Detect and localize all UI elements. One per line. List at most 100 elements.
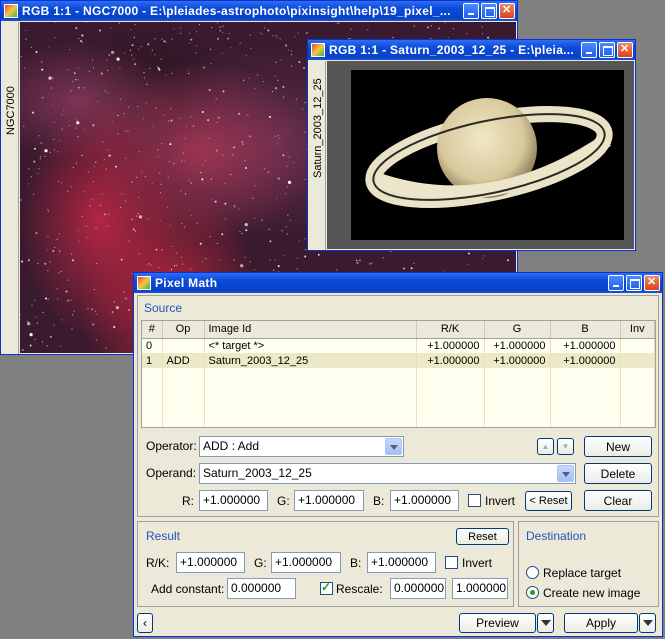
col-rk[interactable]: R/K: [416, 321, 485, 339]
rescale-label: Rescale:: [336, 582, 383, 596]
result-reset-button[interactable]: Reset: [456, 528, 509, 545]
table-row[interactable]: 0 <* target *> +1.000000 +1.000000 +1.00…: [142, 338, 655, 353]
add-constant-label: Add constant:: [151, 582, 225, 596]
source-g-label: G:: [277, 494, 290, 508]
ngc7000-tab-wrapper: NGC7000: [2, 26, 19, 146]
result-g-label: G:: [254, 556, 267, 570]
ngc7000-titlebar[interactable]: RGB 1:1 - NGC7000 - E:\pleiades-astropho…: [1, 1, 517, 21]
minimize-icon[interactable]: [581, 42, 597, 58]
create-new-image-radio[interactable]: [526, 586, 539, 599]
chevron-down-icon[interactable]: [557, 465, 574, 482]
destination-section-title: Destination: [526, 529, 587, 543]
rescale-max-input[interactable]: 1.000000: [452, 578, 508, 599]
operand-label: Operand:: [146, 466, 197, 480]
source-reset-button[interactable]: < Reset: [525, 491, 572, 511]
result-rk-label: R/K:: [146, 556, 170, 570]
saturn-title: RGB 1:1 - Saturn_2003_12_25 - E:\pleia..…: [329, 43, 575, 57]
create-new-image-label: Create new image: [543, 586, 641, 600]
result-section-title: Result: [146, 529, 181, 543]
cell-op: [162, 338, 205, 353]
collapse-left-button[interactable]: ‹: [137, 613, 153, 633]
saturn-image[interactable]: [327, 61, 634, 249]
col-index[interactable]: #: [142, 321, 163, 339]
saturn-window[interactable]: RGB 1:1 - Saturn_2003_12_25 - E:\pleia..…: [307, 39, 636, 251]
result-g-input[interactable]: +1.000000: [271, 552, 341, 573]
cell-g: +1.000000: [484, 353, 551, 368]
add-constant-input[interactable]: 0.000000: [227, 578, 296, 599]
pixinsight-logo-icon: [311, 43, 325, 57]
table-row[interactable]: 1 ADD Saturn_2003_12_25 +1.000000 +1.000…: [142, 353, 655, 368]
saturn-canvas: [351, 70, 624, 240]
chevron-down-icon: [642, 620, 653, 626]
operator-value: ADD : Add: [203, 439, 260, 453]
operator-label: Operator:: [146, 439, 197, 453]
result-rk-input[interactable]: +1.000000: [176, 552, 245, 573]
col-b[interactable]: B: [550, 321, 621, 339]
col-image-id[interactable]: Image Id: [204, 321, 417, 339]
cell-rk: +1.000000: [416, 338, 485, 353]
result-invert-label: Invert: [462, 556, 493, 570]
operand-select[interactable]: Saturn_2003_12_25: [199, 463, 576, 484]
source-r-label: R:: [182, 494, 194, 508]
source-g-input[interactable]: +1.000000: [294, 490, 364, 511]
minimize-icon[interactable]: [463, 3, 479, 19]
minimize-icon[interactable]: [608, 275, 624, 291]
saturn-planet: [365, 98, 613, 208]
move-down-button[interactable]: ▼: [557, 438, 574, 455]
delete-button[interactable]: Delete: [584, 463, 652, 484]
close-icon[interactable]: [617, 42, 633, 58]
cell-b: +1.000000: [550, 353, 621, 368]
apply-button[interactable]: Apply: [564, 613, 638, 633]
result-invert-checkbox[interactable]: [445, 556, 458, 569]
source-b-input[interactable]: +1.000000: [390, 490, 459, 511]
pixinsight-logo-icon: [137, 276, 151, 290]
clear-button[interactable]: Clear: [584, 490, 652, 511]
saturn-tab-label: Saturn_2003_12_25: [312, 78, 324, 178]
col-op[interactable]: Op: [162, 321, 205, 339]
saturn-view-tab[interactable]: Saturn_2003_12_25: [309, 61, 326, 250]
cell-inv: [620, 353, 655, 368]
replace-target-radio[interactable]: [526, 566, 539, 579]
source-invert-checkbox[interactable]: [468, 494, 481, 507]
source-table: # Op Image Id R/K G B Inv 0 <* target *>…: [141, 320, 656, 428]
chevron-down-icon[interactable]: [385, 438, 402, 455]
close-icon[interactable]: [499, 3, 515, 19]
ngc7000-view-tab[interactable]: NGC7000: [2, 22, 19, 354]
move-up-button[interactable]: ▲: [537, 438, 554, 455]
maximize-icon[interactable]: [599, 42, 615, 58]
maximize-icon[interactable]: [481, 3, 497, 19]
saturn-titlebar[interactable]: RGB 1:1 - Saturn_2003_12_25 - E:\pleia..…: [308, 40, 635, 60]
ngc7000-title: RGB 1:1 - NGC7000 - E:\pleiades-astropho…: [22, 4, 451, 18]
rescale-checkbox[interactable]: ✓: [320, 580, 333, 595]
pixinsight-logo-icon: [4, 4, 18, 18]
source-grid: # Op Image Id R/K G B Inv 0 <* target *>…: [142, 321, 655, 427]
cell-op: ADD: [162, 353, 205, 368]
rescale-min-input[interactable]: 0.000000: [390, 578, 446, 599]
cell-index: 1: [142, 353, 163, 368]
checkmark-icon: ✓: [321, 580, 332, 594]
preview-dropdown-button[interactable]: [537, 613, 554, 633]
operator-select[interactable]: ADD : Add: [199, 436, 404, 457]
maximize-icon[interactable]: [626, 275, 642, 291]
ngc7000-tab-label: NGC7000: [5, 86, 17, 135]
cell-rk: +1.000000: [416, 353, 485, 368]
cell-index: 0: [142, 338, 163, 353]
operand-value: Saturn_2003_12_25: [203, 466, 312, 480]
preview-button[interactable]: Preview: [459, 613, 536, 633]
new-button[interactable]: New: [584, 436, 652, 457]
source-b-label: B:: [373, 494, 385, 508]
pixel-math-window[interactable]: Pixel Math Source # Op Image Id R/K G B …: [133, 272, 663, 637]
result-b-input[interactable]: +1.000000: [367, 552, 436, 573]
col-g[interactable]: G: [484, 321, 551, 339]
result-b-label: B:: [350, 556, 362, 570]
close-icon[interactable]: [644, 275, 660, 291]
apply-dropdown-button[interactable]: [639, 613, 656, 633]
cell-image-id: Saturn_2003_12_25: [204, 353, 417, 368]
col-inv[interactable]: Inv: [620, 321, 655, 339]
pixel-math-title: Pixel Math: [155, 276, 218, 290]
source-section-title: Source: [144, 301, 183, 315]
pixel-math-titlebar[interactable]: Pixel Math: [134, 273, 662, 293]
source-r-input[interactable]: +1.000000: [199, 490, 268, 511]
cell-inv: [620, 338, 655, 353]
cell-b: +1.000000: [550, 338, 621, 353]
